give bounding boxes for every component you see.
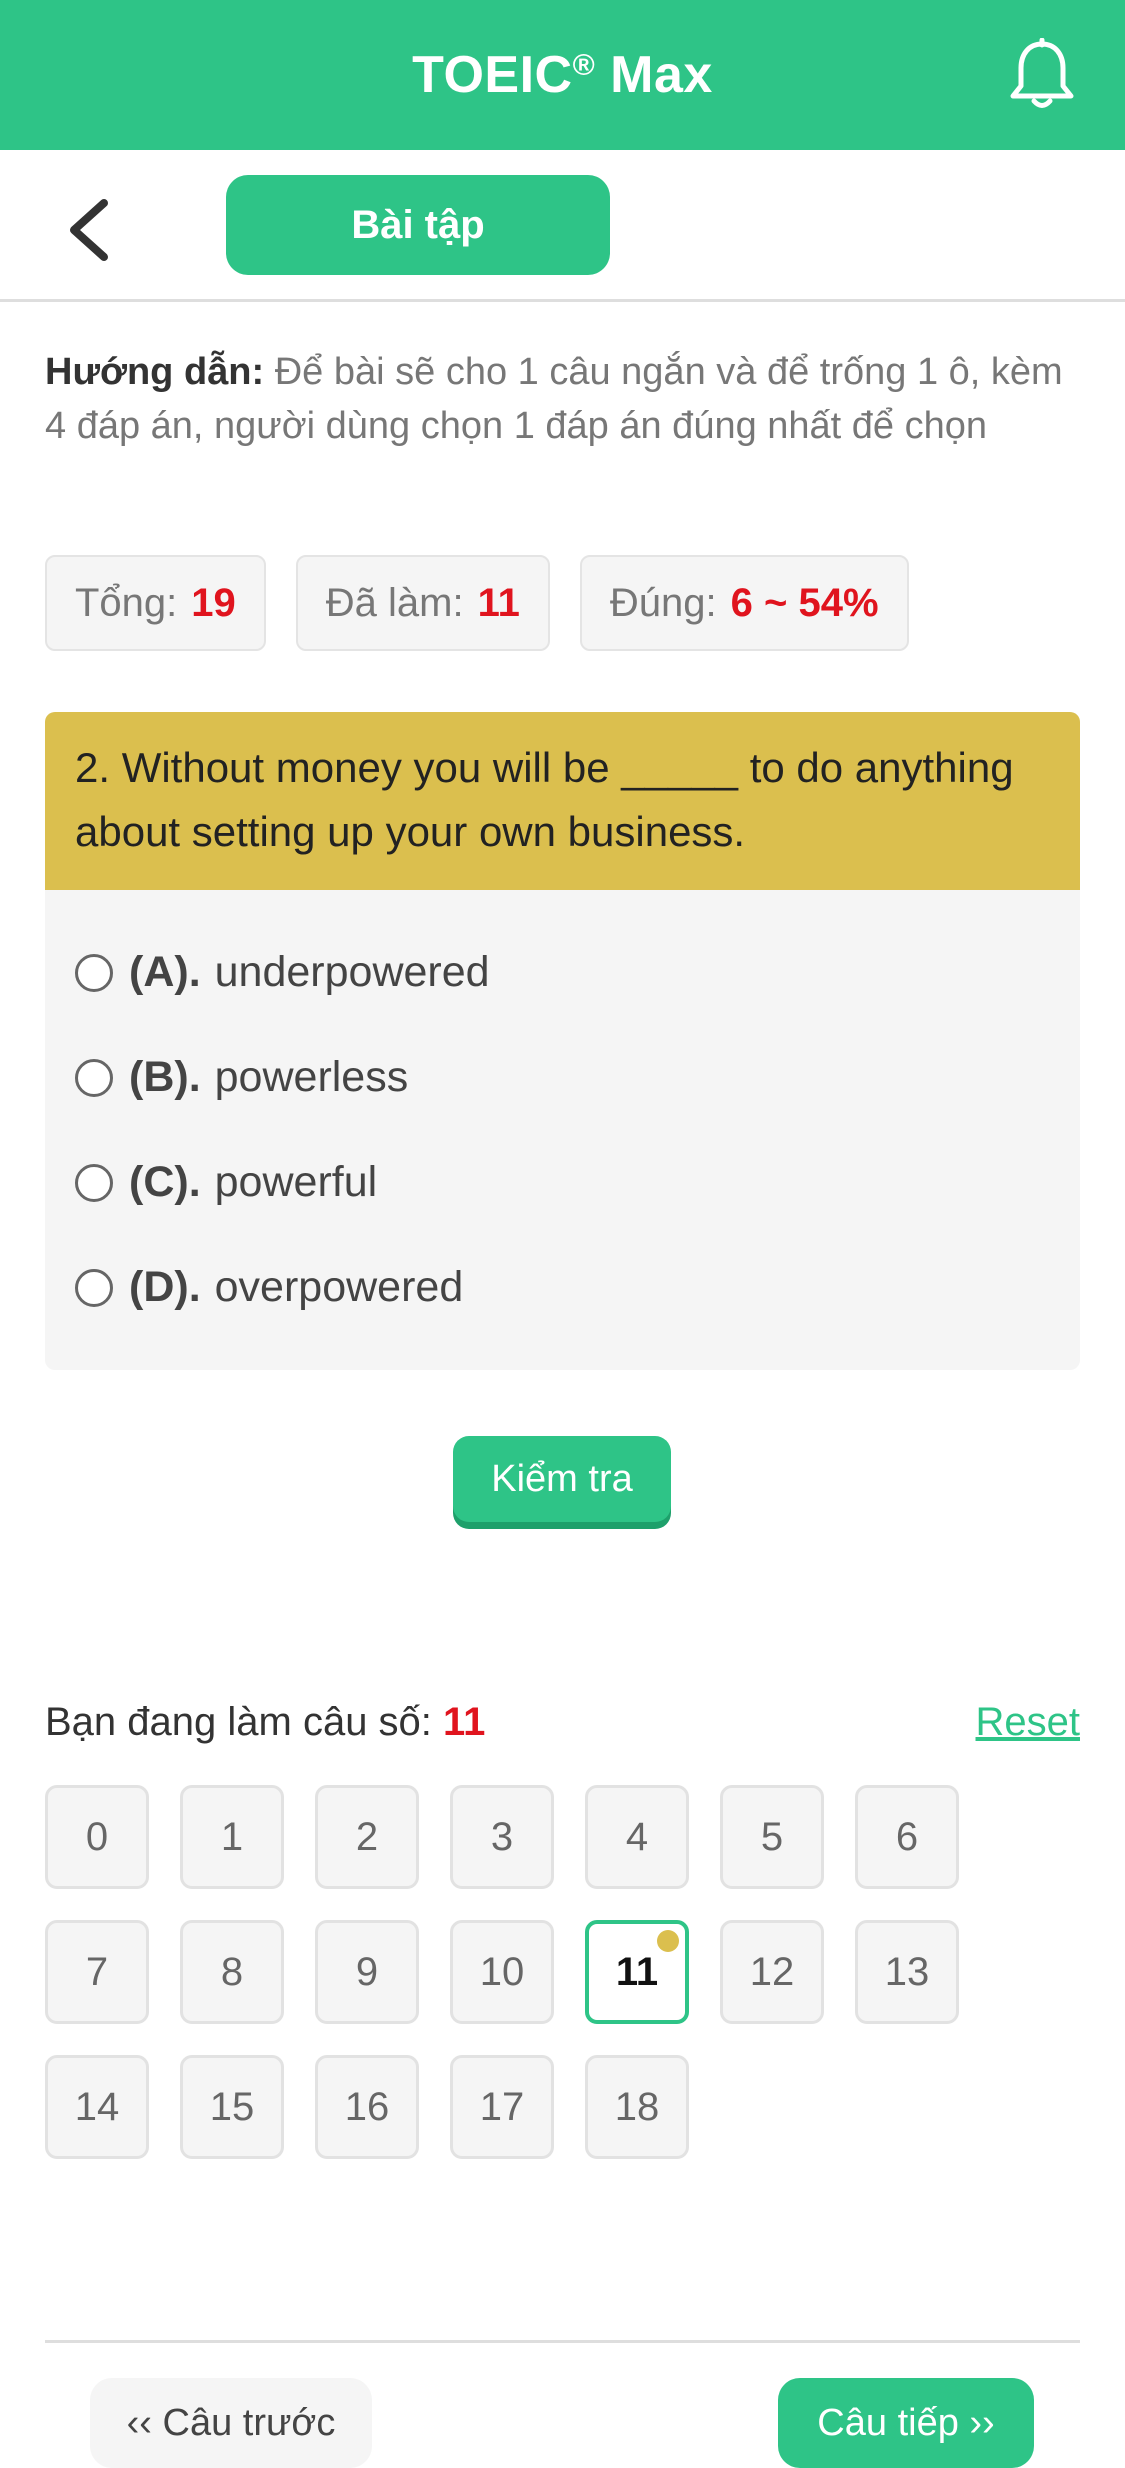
option-b[interactable]: (B). powerless	[75, 1025, 1050, 1130]
instructions: Hướng dẫn: Để bài sẽ cho 1 câu ngắn và đ…	[45, 345, 1085, 453]
question-number-label: 11	[615, 1949, 659, 1994]
question-number-grid: 0 1 2 3 4 5 6 7 8 9 10 11 12 13 14 15 16 17 18	[45, 1785, 1005, 2159]
question-number-label: 7	[85, 1949, 109, 1994]
next-question-button[interactable]: Câu tiếp ››	[778, 2378, 1034, 2468]
question-number-label: 0	[85, 1814, 109, 1859]
option-text: powerful	[214, 1158, 378, 1206]
question-number-cell[interactable]: 15	[180, 2055, 284, 2159]
option-text: powerless	[214, 1053, 409, 1101]
question-number-cell[interactable]: 13	[855, 1920, 959, 2024]
question-number-label: 6	[895, 1814, 919, 1859]
check-button[interactable]: Kiểm tra	[453, 1436, 671, 1522]
stats-bar: Tổng: 19 Đã làm: 11 Đúng: 6 ~ 54%	[45, 555, 909, 651]
question-number-cell[interactable]: 6	[855, 1785, 959, 1889]
app-title: TOEIC® Max	[412, 45, 713, 105]
option-key: (D).	[129, 1263, 201, 1311]
question-card: 2. Without money you will be _____ to do…	[45, 712, 1080, 1370]
question-number-cell[interactable]: 0	[45, 1785, 149, 1889]
sub-navigation-bar: Bài tập	[0, 150, 1125, 302]
instructions-label: Hướng dẫn:	[45, 351, 265, 393]
bell-icon[interactable]	[1007, 38, 1077, 112]
question-number-cell[interactable]: 1	[180, 1785, 284, 1889]
question-number-label: 14	[74, 2084, 120, 2129]
app-title-suffix: Max	[595, 46, 713, 104]
question-number-label: 10	[479, 1949, 525, 1994]
question-number-label: 15	[209, 2084, 255, 2129]
stat-label: Đúng:	[609, 580, 717, 625]
current-marker-dot	[657, 1930, 679, 1952]
question-text: 2. Without money you will be _____ to do…	[45, 712, 1080, 890]
question-number-cell[interactable]: 7	[45, 1920, 149, 2024]
stat-label: Đã làm:	[325, 580, 464, 625]
option-a[interactable]: (A). underpowered	[75, 920, 1050, 1025]
option-key: (A).	[129, 948, 201, 996]
question-number-cell[interactable]: 16	[315, 2055, 419, 2159]
question-number-cell[interactable]: 2	[315, 1785, 419, 1889]
app-title-text: TOEIC	[412, 46, 573, 104]
reset-link[interactable]: Reset	[976, 1700, 1081, 1745]
tab-exercises[interactable]: Bài tập	[226, 175, 610, 275]
question-number-label: 8	[220, 1949, 244, 1994]
stat-correct: Đúng: 6 ~ 54%	[579, 555, 909, 651]
previous-question-button[interactable]: ‹‹ Câu trước	[90, 2378, 372, 2468]
radio-button[interactable]	[75, 1268, 113, 1307]
question-number-label: 9	[355, 1949, 379, 1994]
option-text: underpowered	[214, 948, 490, 996]
question-number-cell[interactable]: 4	[585, 1785, 689, 1889]
current-question-number: 11	[443, 1700, 486, 1744]
question-number-cell[interactable]: 10	[450, 1920, 554, 2024]
stat-value: 19	[191, 580, 236, 625]
question-number-cell[interactable]: 3	[450, 1785, 554, 1889]
option-text: overpowered	[214, 1263, 464, 1311]
question-number-cell[interactable]: 5	[720, 1785, 824, 1889]
question-number-label: 5	[760, 1814, 784, 1859]
divider	[45, 2340, 1080, 2343]
radio-button[interactable]	[75, 1058, 113, 1097]
answer-options: (A). underpowered (B). powerless (C). po…	[45, 890, 1080, 1340]
app-header: TOEIC® Max	[0, 0, 1125, 150]
question-number-label: 12	[749, 1949, 795, 1994]
question-number-label: 13	[884, 1949, 930, 1994]
radio-button[interactable]	[75, 1163, 113, 1202]
radio-button[interactable]	[75, 953, 113, 992]
question-number-cell[interactable]: 17	[450, 2055, 554, 2159]
question-number-label: 3	[490, 1814, 514, 1859]
question-number-cell[interactable]: 12	[720, 1920, 824, 2024]
question-number-cell[interactable]: 14	[45, 2055, 149, 2159]
progress-label: Bạn đang làm câu số: 11	[45, 1700, 485, 1745]
option-key: (C).	[129, 1158, 201, 1206]
option-key: (B).	[129, 1053, 201, 1101]
chevron-left-icon[interactable]	[60, 195, 120, 265]
option-c[interactable]: (C). powerful	[75, 1130, 1050, 1235]
registered-mark: ®	[572, 49, 596, 82]
question-number-cell[interactable]: 8	[180, 1920, 284, 2024]
question-number-label: 2	[355, 1814, 379, 1859]
question-number-label: 16	[344, 2084, 390, 2129]
option-d[interactable]: (D). overpowered	[75, 1235, 1050, 1340]
stat-label: Tổng:	[75, 580, 178, 625]
progress-label-text: Bạn đang làm câu số:	[45, 1700, 432, 1744]
question-number-label: 4	[625, 1814, 649, 1859]
stat-value: 11	[477, 580, 520, 625]
question-number-cell[interactable]: 11	[585, 1920, 689, 2024]
question-number-label: 1	[220, 1814, 244, 1859]
question-number-cell[interactable]: 18	[585, 2055, 689, 2159]
stat-value: 6 ~ 54%	[730, 580, 879, 625]
question-number-label: 17	[479, 2084, 525, 2129]
question-number-label: 18	[614, 2084, 660, 2129]
stat-done: Đã làm: 11	[295, 555, 550, 651]
stat-total: Tổng: 19	[45, 555, 266, 651]
question-number-cell[interactable]: 9	[315, 1920, 419, 2024]
